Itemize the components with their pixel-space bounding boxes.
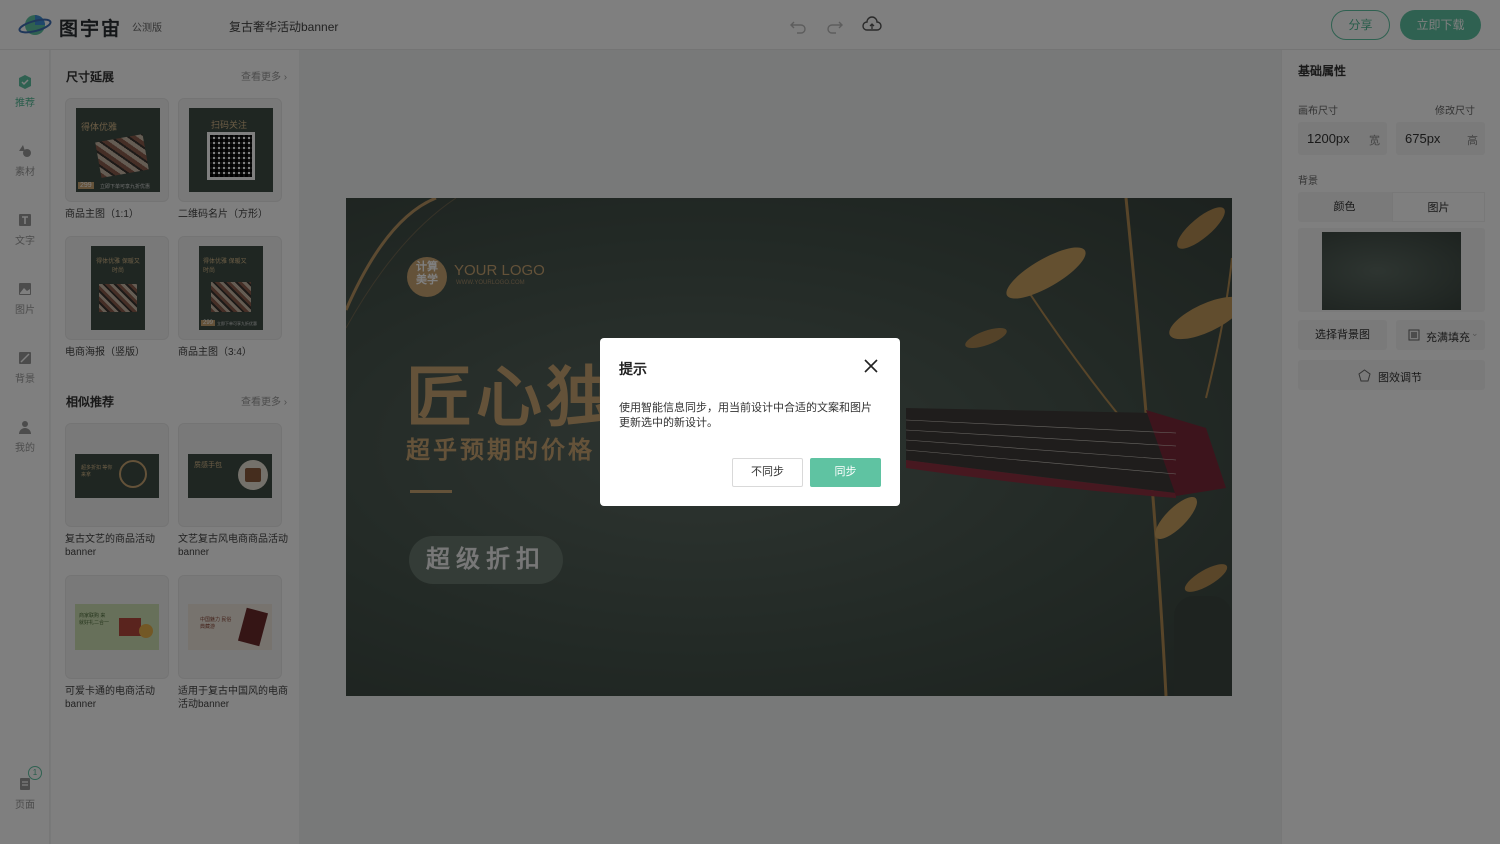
no-sync-button[interactable]: 不同步 [732, 458, 803, 487]
sync-button[interactable]: 同步 [810, 458, 881, 487]
dialog-message: 使用智能信息同步，用当前设计中合适的文案和图片更新选中的新设计。 [619, 402, 872, 429]
close-icon[interactable] [863, 358, 879, 374]
sync-dialog: 提示 使用智能信息同步，用当前设计中合适的文案和图片更新选中的新设计。 不同步 … [600, 338, 900, 506]
dialog-title: 提示 [619, 361, 647, 377]
